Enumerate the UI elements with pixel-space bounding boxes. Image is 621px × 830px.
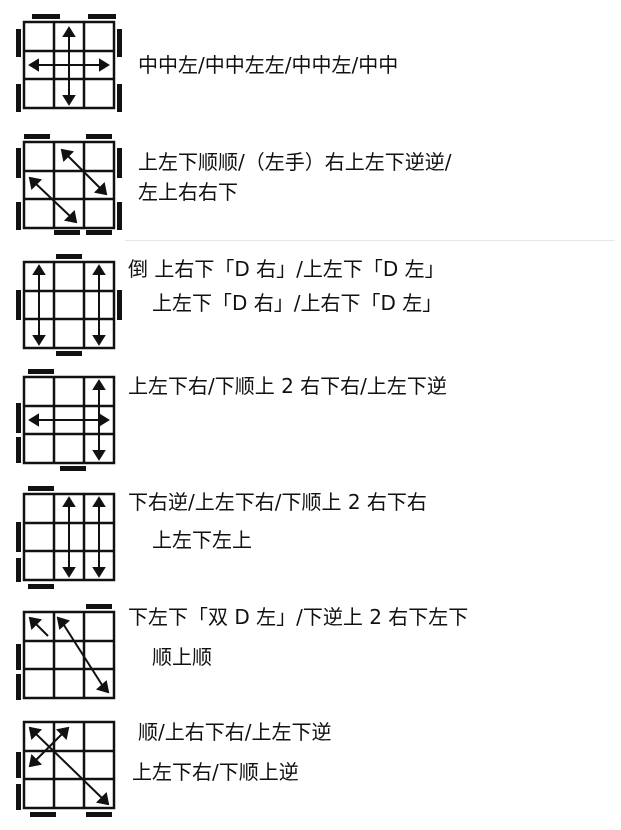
case-text-7-line-2: 上左下右/下顺上逆 <box>132 760 299 784</box>
arrow-icon <box>28 726 110 806</box>
case-text-5-line-1: 下右逆/上左下右/下顺上 2 右下右 <box>128 490 427 514</box>
edge-bar-icon <box>16 486 54 589</box>
cube-top-face-icon <box>14 600 124 708</box>
case-text-6-line-1: 下左下「双 D 左」/下逆上 2 右下左下 <box>128 605 469 629</box>
case-text-6-line-2: 顺上顺 <box>152 645 212 669</box>
arrow-icon <box>32 264 106 346</box>
case-text-5-line-2: 上左下左上 <box>152 528 252 552</box>
arrow-icon <box>28 379 110 461</box>
cube-top-face-icon <box>14 14 124 114</box>
case-text-7-line-1: 顺/上右下右/上左下逆 <box>138 720 332 744</box>
arrow-icon <box>28 26 110 106</box>
cube-top-face-icon <box>14 712 124 822</box>
cube-top-face-icon <box>14 365 124 473</box>
case-text-2-line-2: 左上右右下 <box>138 180 238 204</box>
case-text-3-line-2: 上左下「D 右」/上右下「D 左」 <box>152 291 443 315</box>
arrow-icon <box>28 616 110 694</box>
case-text-3-line-1: 倒 上右下「D 右」/上左下「D 左」 <box>128 257 445 281</box>
case-text-4-line-1: 上左下右/下顺上 2 右下右/上左下逆 <box>128 374 447 398</box>
arrow-icon <box>28 148 108 224</box>
cube-top-face-icon <box>14 250 124 358</box>
cube-top-face-icon <box>14 482 124 592</box>
cube-top-face-icon <box>14 130 124 235</box>
separator-line <box>125 240 615 241</box>
edge-bar-icon <box>16 254 122 356</box>
case-text-2-line-1: 上左下顺顺/（左手）右上左下逆逆/ <box>138 150 452 174</box>
case-text-1-line-1: 中中左/中中左左/中中左/中中 <box>138 53 399 77</box>
